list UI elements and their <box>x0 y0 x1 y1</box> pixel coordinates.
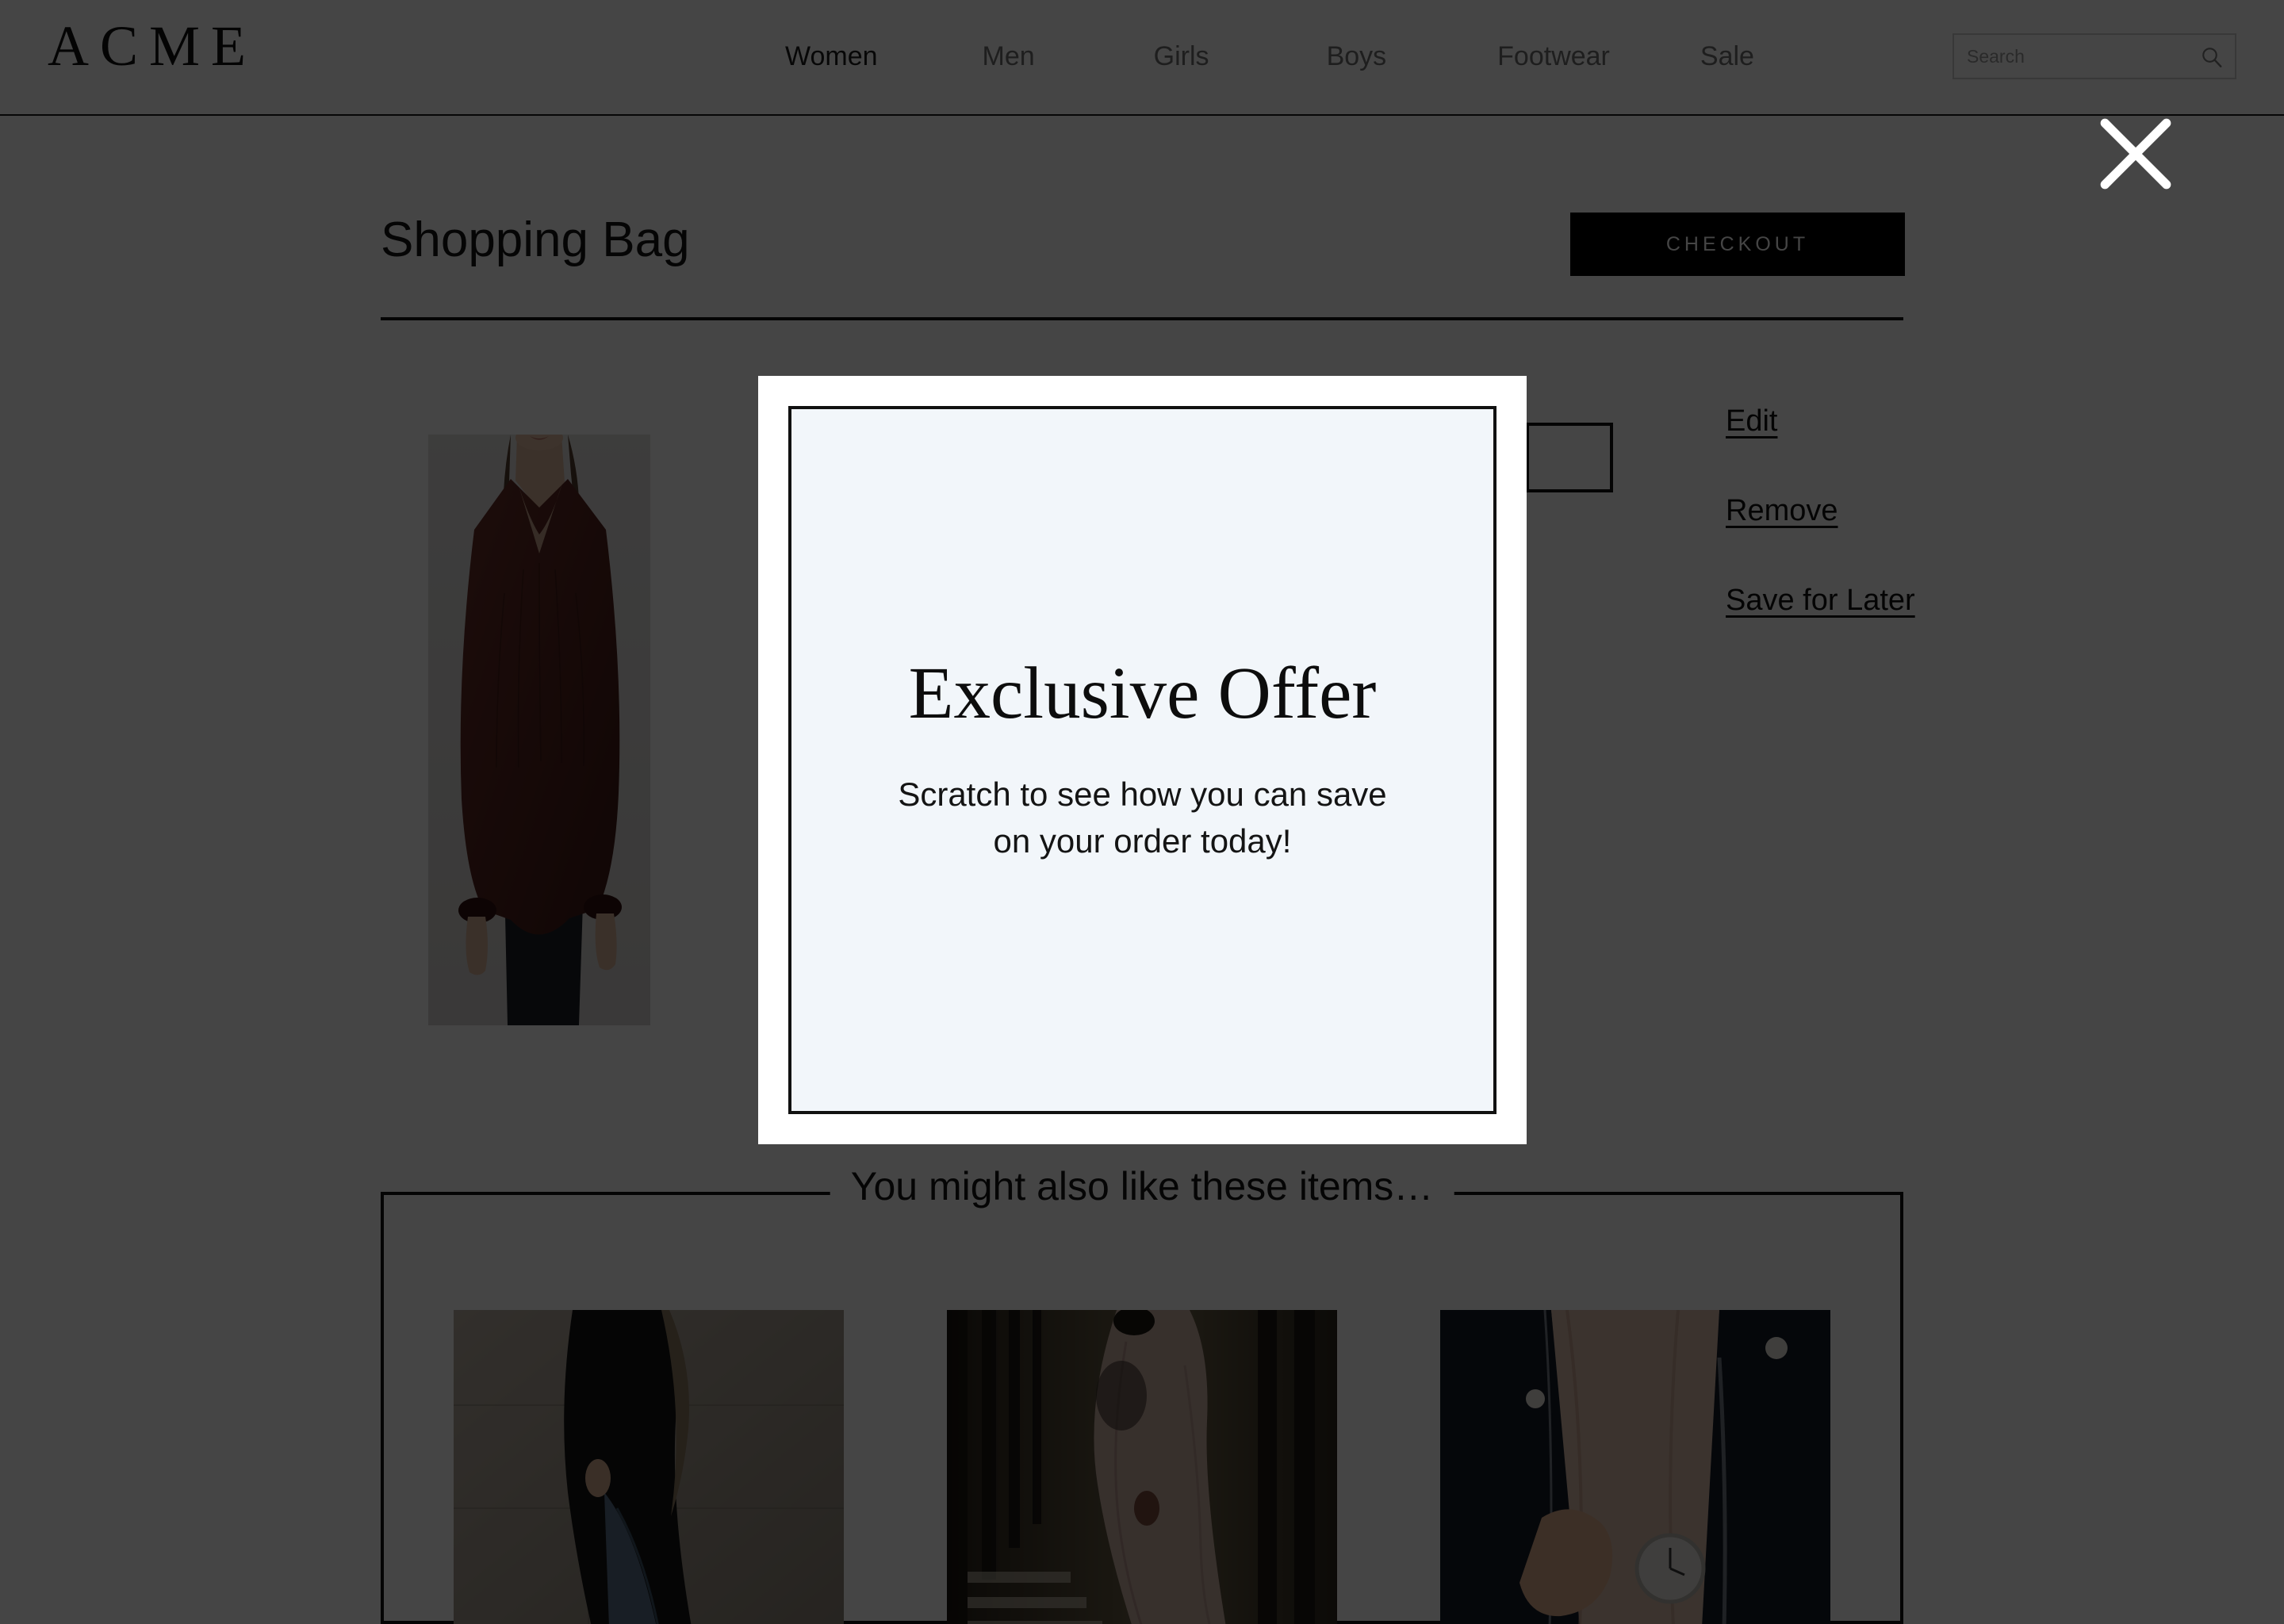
close-icon[interactable] <box>2095 113 2176 194</box>
exclusive-offer-modal: Exclusive Offer Scratch to see how you c… <box>758 376 1527 1144</box>
page-root: ACME Women Men Girls Boys Footwear Sale <box>0 0 2284 1624</box>
close-button[interactable] <box>2095 113 2176 194</box>
modal-inner-panel[interactable]: Exclusive Offer Scratch to see how you c… <box>788 406 1496 1114</box>
modal-subtitle: Scratch to see how you can save on your … <box>898 775 1387 860</box>
modal-title: Exclusive Offer <box>908 653 1377 735</box>
